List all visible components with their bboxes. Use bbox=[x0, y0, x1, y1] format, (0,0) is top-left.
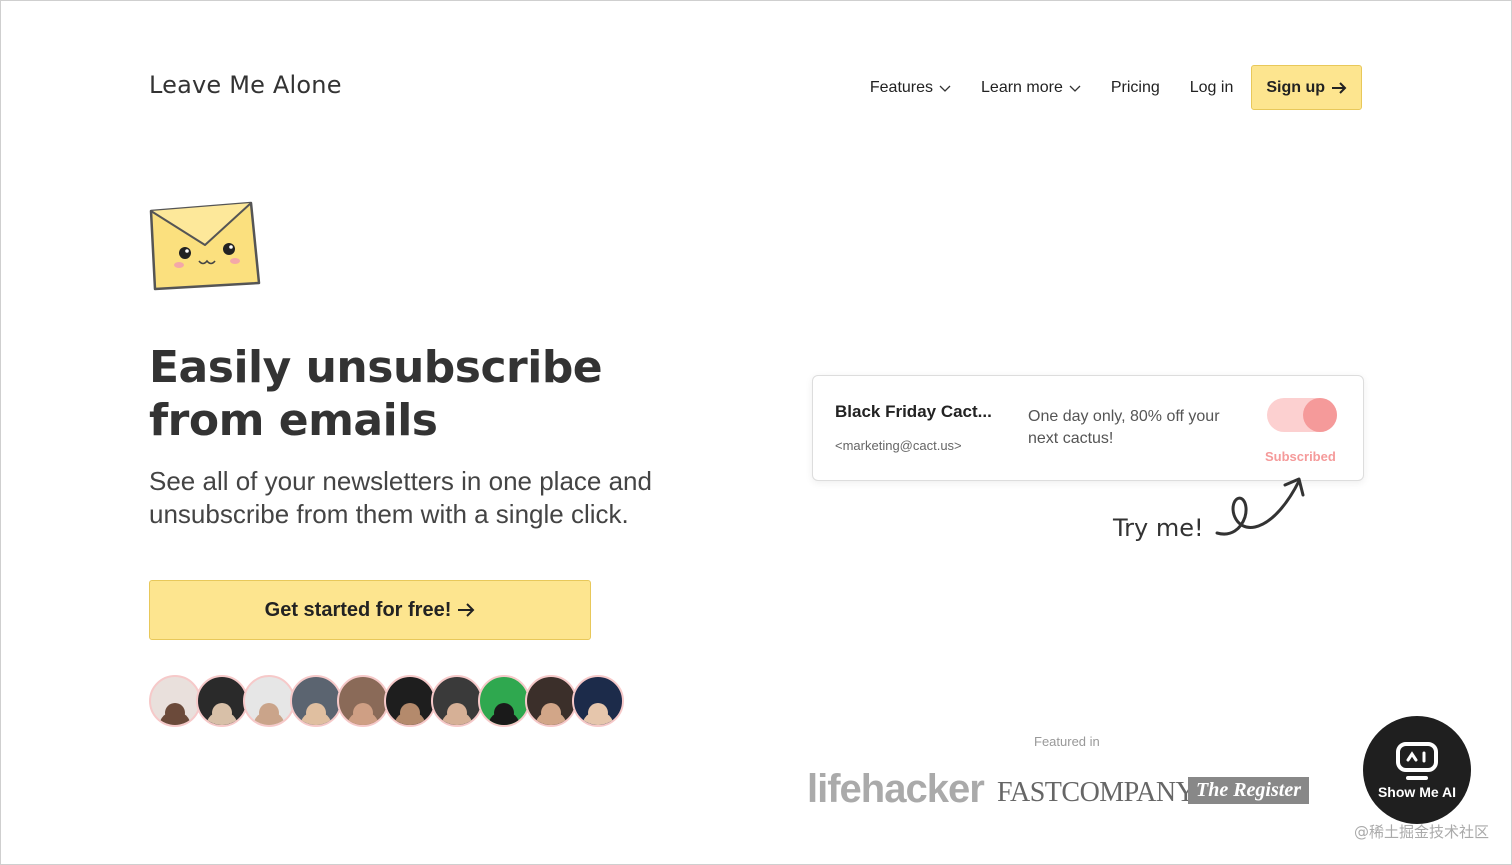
curly-arrow-icon bbox=[1215, 477, 1305, 536]
avatar bbox=[384, 675, 436, 727]
chevron-down-icon bbox=[1069, 85, 1081, 92]
hero-subtitle: See all of your newsletters in one place… bbox=[149, 466, 652, 529]
try-me-label: Try me! bbox=[1113, 514, 1204, 542]
nav-features[interactable]: Features bbox=[870, 79, 951, 97]
hero-title-line1: Easily unsubscribe bbox=[149, 342, 603, 393]
avatar bbox=[572, 675, 624, 727]
avatar bbox=[337, 675, 389, 727]
avatar-face bbox=[494, 703, 514, 723]
show-me-ai-widget[interactable]: Show Me AI bbox=[1363, 716, 1471, 824]
watermark: @稀土掘金技术社区 bbox=[1353, 823, 1489, 841]
arrow-right-icon bbox=[1332, 81, 1347, 94]
chevron-down-icon bbox=[939, 85, 951, 92]
card-subject: One day only, 80% off your next cactus! bbox=[1028, 408, 1220, 447]
hero-title: Easily unsubscribe from emails bbox=[149, 341, 669, 447]
avatar bbox=[149, 675, 201, 727]
avatar-face bbox=[259, 703, 279, 723]
avatar bbox=[290, 675, 342, 727]
main-nav: Features Learn more Pricing Log in Sign … bbox=[840, 65, 1362, 110]
widget-label: Show Me AI bbox=[1377, 784, 1457, 800]
fastcompany-logo: FASTCOMPANY bbox=[997, 777, 1196, 808]
envelope-mascot-icon bbox=[149, 201, 261, 291]
user-avatars bbox=[149, 675, 624, 727]
subscribe-toggle[interactable] bbox=[1267, 398, 1337, 432]
avatar-face bbox=[353, 703, 373, 723]
robot-icon bbox=[1396, 742, 1438, 780]
demo-subscription-card: Black Friday Cact... <marketing@cact.us>… bbox=[812, 375, 1364, 481]
card-email: <marketing@cact.us> bbox=[835, 438, 962, 453]
hero-title-line2: from emails bbox=[149, 395, 438, 446]
card-sender: Black Friday Cact... bbox=[835, 402, 992, 421]
avatar-face bbox=[588, 703, 608, 723]
avatar-face bbox=[400, 703, 420, 723]
nav-learn-more[interactable]: Learn more bbox=[981, 79, 1081, 97]
avatar-face bbox=[165, 703, 185, 723]
toggle-knob bbox=[1303, 398, 1337, 432]
status-badge: Subscribed bbox=[1265, 449, 1336, 464]
lifehacker-logo: lifehacker bbox=[807, 767, 985, 811]
nav-login[interactable]: Log in bbox=[1190, 79, 1234, 97]
avatar bbox=[196, 675, 248, 727]
avatar bbox=[525, 675, 577, 727]
the-register-logo: The Register bbox=[1188, 777, 1309, 804]
avatar-face bbox=[541, 703, 561, 723]
featured-label: Featured in bbox=[1034, 734, 1100, 749]
nav-learn-more-label: Learn more bbox=[981, 78, 1063, 96]
get-started-button[interactable]: Get started for free! bbox=[149, 580, 591, 640]
signup-label: Sign up bbox=[1266, 78, 1325, 96]
get-started-label: Get started for free! bbox=[264, 598, 452, 621]
avatar bbox=[431, 675, 483, 727]
avatar bbox=[478, 675, 530, 727]
avatar-face bbox=[306, 703, 326, 723]
signup-button[interactable]: Sign up bbox=[1251, 65, 1362, 110]
avatar bbox=[243, 675, 295, 727]
avatar-face bbox=[447, 703, 467, 723]
nav-features-label: Features bbox=[869, 78, 934, 96]
nav-pricing[interactable]: Pricing bbox=[1111, 79, 1160, 97]
logo[interactable]: Leave Me Alone bbox=[149, 71, 342, 99]
avatar-face bbox=[212, 703, 232, 723]
arrow-right-icon bbox=[458, 603, 475, 617]
